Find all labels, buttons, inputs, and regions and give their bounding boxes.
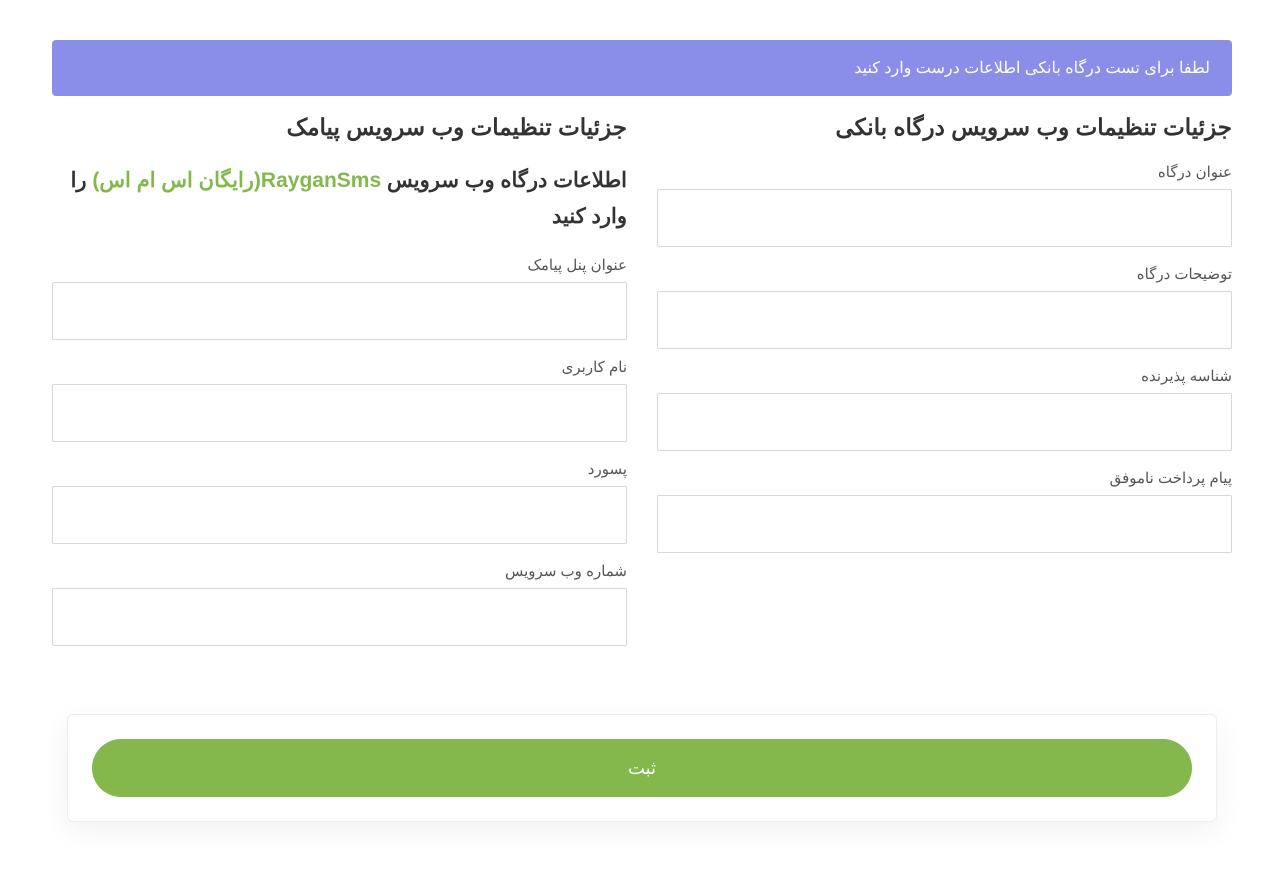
page-container: لطفا برای تست درگاه بانکی اطلاعات درست و… (0, 0, 1284, 822)
sms-panel-title-group: عنوان پنل پیامک (52, 256, 627, 340)
sms-column: جزئیات تنظیمات وب سرویس پیامک اطلاعات در… (52, 114, 627, 664)
sms-service-number-label: شماره وب سرویس (52, 562, 627, 580)
info-alert: لطفا برای تست درگاه بانکی اطلاعات درست و… (52, 40, 1232, 96)
gateway-merchant-label: شناسه پذیرنده (657, 367, 1232, 385)
gateway-title-group: عنوان درگاه (657, 163, 1232, 247)
gateway-description-label: توضیحات درگاه (657, 265, 1232, 283)
form-columns: جزئیات تنظیمات وب سرویس درگاه بانکی عنوا… (52, 114, 1232, 664)
gateway-merchant-input[interactable] (657, 393, 1232, 451)
gateway-description-input[interactable] (657, 291, 1232, 349)
sms-heading: جزئیات تنظیمات وب سرویس پیامک (52, 114, 627, 141)
gateway-title-label: عنوان درگاه (657, 163, 1232, 181)
gateway-fail-message-input[interactable] (657, 495, 1232, 553)
gateway-title-input[interactable] (657, 189, 1232, 247)
sms-brand-name: RayganSms(رایگان اس ام اس) (92, 169, 381, 192)
gateway-merchant-group: شناسه پذیرنده (657, 367, 1232, 451)
gateway-column: جزئیات تنظیمات وب سرویس درگاه بانکی عنوا… (657, 114, 1232, 664)
alert-text: لطفا برای تست درگاه بانکی اطلاعات درست و… (854, 60, 1210, 77)
sms-password-label: پسورد (52, 460, 627, 478)
sms-password-group: پسورد (52, 460, 627, 544)
gateway-heading: جزئیات تنظیمات وب سرویس درگاه بانکی (657, 114, 1232, 141)
sms-username-input[interactable] (52, 384, 627, 442)
sms-service-number-input[interactable] (52, 588, 627, 646)
submit-panel: ثبت (67, 714, 1217, 822)
sms-subheading-prefix: اطلاعات درگاه وب سرویس (381, 169, 627, 192)
gateway-description-group: توضیحات درگاه (657, 265, 1232, 349)
sms-password-input[interactable] (52, 486, 627, 544)
sms-panel-title-label: عنوان پنل پیامک (52, 256, 627, 274)
sms-subheading: اطلاعات درگاه وب سرویس RayganSms(رایگان … (52, 163, 627, 234)
sms-username-label: نام کاربری (52, 358, 627, 376)
submit-button[interactable]: ثبت (92, 739, 1192, 797)
sms-username-group: نام کاربری (52, 358, 627, 442)
gateway-fail-message-label: پیام پرداخت ناموفق (657, 469, 1232, 487)
sms-service-number-group: شماره وب سرویس (52, 562, 627, 646)
gateway-fail-message-group: پیام پرداخت ناموفق (657, 469, 1232, 553)
sms-panel-title-input[interactable] (52, 282, 627, 340)
